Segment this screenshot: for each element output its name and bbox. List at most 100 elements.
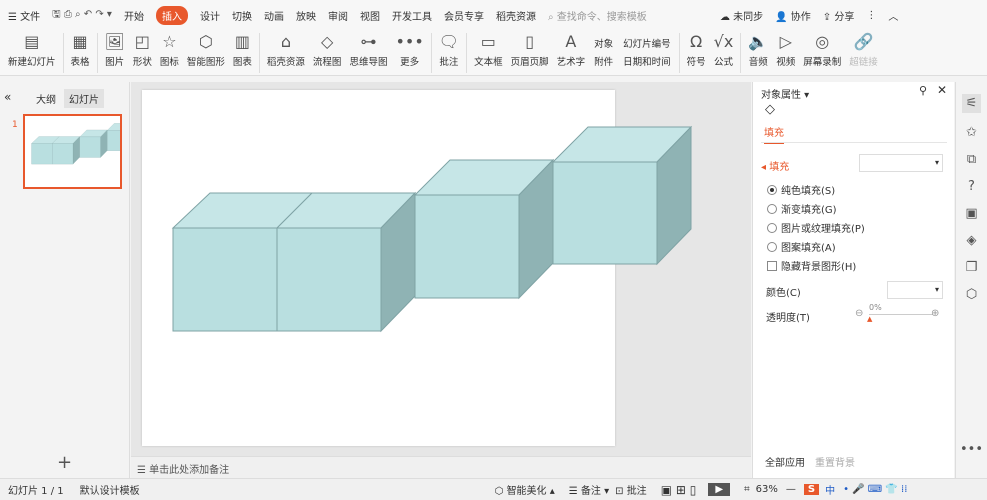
tab-view[interactable]: 视图 <box>360 8 380 23</box>
table-button[interactable]: ▦ 表格 <box>71 30 90 68</box>
icons-icon: ☆ <box>162 32 177 51</box>
comment-button[interactable]: ⊡ 批注 <box>615 482 647 497</box>
play-button[interactable]: ▶ <box>708 483 731 496</box>
add-slide-button[interactable]: + <box>57 452 72 473</box>
textbox-button[interactable]: ▭ 文本框 <box>474 30 503 68</box>
slide-thumbnail[interactable] <box>23 114 135 189</box>
ime-tools-icons[interactable]: • 🎤 ⌨ 👕 ⁞⁞ <box>843 484 907 495</box>
radio-gradient-fill[interactable]: 渐变填充(G) <box>767 201 865 216</box>
ribbon-insert: ▤ 新建幻灯片 ▦ 表格 🖼 图片 ◰ 形状 ☆ 图标 ⬡ 智能图形 ▥ 图表 ⌂ 稻壳资源 ◇… <box>0 30 987 76</box>
attachment-button[interactable]: 附件 <box>594 54 613 72</box>
slide-thumbnail-panel: « 大纲 幻灯片 1 + <box>0 82 135 478</box>
decrease-icon[interactable]: ⊖ <box>855 308 863 319</box>
formula-button[interactable]: √x 公式 <box>714 30 734 68</box>
tab-animation[interactable]: 动画 <box>264 8 284 23</box>
book-icon[interactable]: ❐ <box>966 260 978 275</box>
quick-access-icons[interactable]: 🖫 ⎙ ⌕ ↶ ↷ ▾ <box>52 7 112 24</box>
sync-button[interactable]: ☁ 未同步 <box>720 8 763 23</box>
collapse-icon[interactable]: ︿ <box>888 8 898 23</box>
tab-design[interactable]: 设计 <box>200 8 220 23</box>
shape-button[interactable]: ◰ 形状 <box>133 30 152 68</box>
radio-solid-fill[interactable]: 纯色填充(S) <box>767 182 865 197</box>
hide-background-checkbox[interactable]: 隐藏背景图形(H) <box>767 258 865 273</box>
docer-button[interactable]: ⌂ 稻壳资源 <box>267 30 305 68</box>
video-icon: ▷ <box>779 32 792 51</box>
slide-number-button[interactable]: 幻灯片编号 <box>623 36 671 54</box>
object-button[interactable]: 对象 <box>594 36 613 54</box>
apply-all-button[interactable]: 全部应用 <box>765 454 805 469</box>
more-button[interactable]: ••• 更多 <box>395 30 423 68</box>
slider-thumb[interactable]: ▲ <box>867 315 872 323</box>
fill-color-dropdown[interactable]: ▾ <box>859 154 943 172</box>
tab-fill[interactable]: 填充 <box>764 124 784 144</box>
help-icon[interactable]: ? <box>968 179 975 194</box>
collapse-panel-icon[interactable]: « <box>4 90 11 104</box>
share-button[interactable]: ⇪ 分享 <box>823 8 855 23</box>
search-input[interactable]: ⌕ 查找命令、搜索模板 <box>548 8 708 23</box>
notes-button[interactable]: ☰ 备注 ▾ <box>569 482 609 497</box>
transition-icon[interactable]: ⧉ <box>967 152 976 167</box>
ime-mode[interactable]: 中 <box>825 482 835 497</box>
link-icon: 🔗 <box>853 32 874 51</box>
radio-pattern-fill[interactable]: 图案填充(A) <box>767 239 865 254</box>
wordart-button[interactable]: A 艺术字 <box>557 30 586 68</box>
tab-transition[interactable]: 切换 <box>232 8 252 23</box>
location-icon[interactable]: ◈ <box>967 233 977 248</box>
transparency-slider[interactable] <box>869 314 933 315</box>
omega-icon: Ω <box>690 32 703 51</box>
docer-icon: ⌂ <box>280 32 291 51</box>
template-icon[interactable]: ▣ <box>965 206 977 221</box>
panel-title[interactable]: 对象属性 ▾ <box>761 86 809 101</box>
close-icon[interactable]: ✕ <box>937 83 947 97</box>
collab-button[interactable]: 👤 协作 <box>775 8 811 23</box>
box-icon[interactable]: ⬡ <box>966 287 977 302</box>
reset-background-button[interactable]: 重置背景 <box>815 454 855 469</box>
tab-docer[interactable]: 稻壳资源 <box>496 8 536 23</box>
tab-insert[interactable]: 插入 <box>155 5 188 25</box>
datetime-button[interactable]: 日期和时间 <box>623 54 671 72</box>
file-menu[interactable]: ☰ 文件 <box>8 8 40 23</box>
properties-icon[interactable]: ⚟ <box>961 94 982 113</box>
comment-button[interactable]: 🗨 批注 <box>439 30 459 68</box>
new-slide-button[interactable]: ▤ 新建幻灯片 <box>8 30 56 68</box>
animation-icon[interactable]: ✩ <box>966 125 977 140</box>
object-properties-panel: 对象属性 ▾ ⚲ ✕ ◇ 填充 ◂ 填充 ▾ 纯色填充(S) 渐变填充(G) 图… <box>752 82 954 478</box>
radio-picture-fill[interactable]: 图片或纹理填充(P) <box>767 220 865 235</box>
zoom-out-icon[interactable]: — <box>786 484 796 495</box>
right-sidebar: ⚟ ✩ ⧉ ? ▣ ◈ ❐ ⬡ ••• <box>955 82 987 478</box>
header-footer-button[interactable]: ▯ 页眉页脚 <box>511 30 549 68</box>
icons-button[interactable]: ☆ 图标 <box>160 30 179 68</box>
video-button[interactable]: ▷ 视频 <box>776 30 795 68</box>
tab-outline[interactable]: 大纲 <box>36 91 56 106</box>
tab-start[interactable]: 开始 <box>124 8 144 23</box>
audio-button[interactable]: 🔈 音频 <box>748 30 768 68</box>
fit-icon[interactable]: ⌗ <box>744 484 750 495</box>
pin-icon[interactable]: ⚲ <box>919 84 927 97</box>
mindmap-button[interactable]: ⊶ 思维导图 <box>349 30 387 68</box>
tab-review[interactable]: 审阅 <box>328 8 348 23</box>
fill-bucket-icon: ◇ <box>765 102 775 117</box>
notes-area[interactable]: ☰ 单击此处添加备注 <box>131 456 751 478</box>
hyperlink-button[interactable]: 🔗 超链接 <box>849 30 878 68</box>
smartart-button[interactable]: ⬡ 智能图形 <box>187 30 225 68</box>
symbol-button[interactable]: Ω 符号 <box>687 30 706 68</box>
chart-button[interactable]: ▥ 图表 <box>233 30 252 68</box>
beautify-button[interactable]: ⬡ 智能美化 ▴ <box>495 482 555 497</box>
tab-developer[interactable]: 开发工具 <box>392 8 432 23</box>
flowchart-button[interactable]: ◇ 流程图 <box>313 30 342 68</box>
color-dropdown[interactable]: ▾ <box>887 281 943 299</box>
tab-member[interactable]: 会员专享 <box>444 8 484 23</box>
more-icon[interactable]: ⋮ <box>866 10 876 21</box>
more-icon[interactable]: ••• <box>960 442 983 457</box>
table-icon: ▦ <box>72 32 88 51</box>
tab-slideshow[interactable]: 放映 <box>296 8 316 23</box>
picture-button[interactable]: 🖼 图片 <box>105 30 125 68</box>
tab-slides[interactable]: 幻灯片 <box>64 89 104 108</box>
view-icons[interactable]: ▣ ⊞ ▯ <box>661 483 697 497</box>
zoom-level[interactable]: 63% <box>756 484 778 495</box>
slide[interactable] <box>142 90 615 446</box>
increase-icon[interactable]: ⊕ <box>931 308 939 319</box>
fill-section-header[interactable]: ◂ 填充 <box>761 158 789 173</box>
screen-record-button[interactable]: ◎ 屏幕录制 <box>803 30 841 68</box>
screen-record-icon: ◎ <box>815 32 830 51</box>
